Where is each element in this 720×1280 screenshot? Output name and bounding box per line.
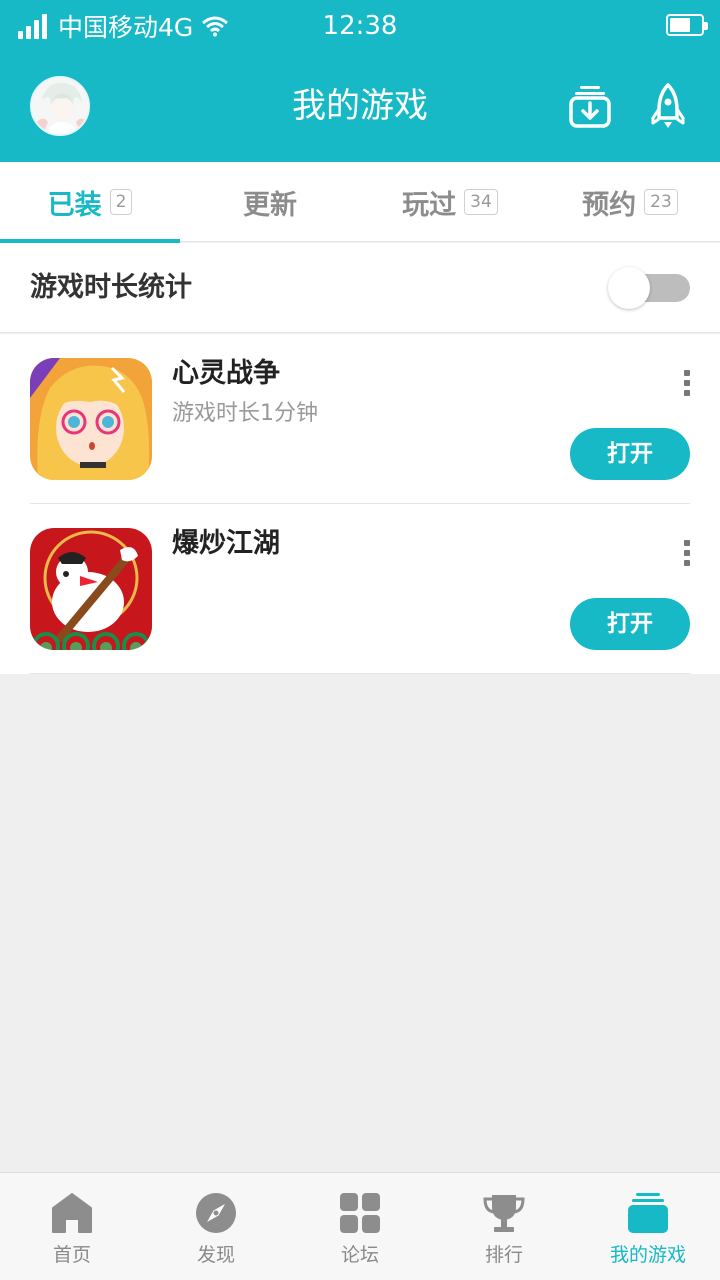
nav-item-discover[interactable]: 发现: [144, 1173, 288, 1280]
nav-label: 排行: [484, 1244, 523, 1266]
tab-count-badge: 2: [109, 189, 133, 215]
tab-label: 更新: [243, 189, 297, 221]
tab-count-badge: 23: [644, 189, 678, 215]
tab-count-badge: 34: [464, 189, 498, 215]
tab-updates[interactable]: 更新: [180, 162, 360, 242]
header-bar: 中国移动4G 12:38 我的游戏: [0, 0, 720, 162]
home-icon: [52, 1193, 92, 1233]
nav-label: 论坛: [340, 1244, 379, 1266]
game-play-time: 游戏时长1分钟: [172, 401, 318, 426]
game-icon[interactable]: [30, 528, 152, 650]
clock: 12:38: [322, 11, 398, 41]
battery-icon: [666, 14, 708, 36]
toggle-knob[interactable]: [608, 267, 650, 309]
rocket-icon[interactable]: [644, 82, 692, 130]
game-name: 爆炒江湖: [172, 528, 280, 559]
game-name: 心灵战争: [172, 358, 280, 389]
list-item[interactable]: 爆炒江湖 打开: [0, 504, 720, 674]
tab-played[interactable]: 玩过 34: [360, 162, 540, 242]
nav-label: 我的游戏: [609, 1244, 686, 1266]
more-options-icon[interactable]: [680, 540, 694, 570]
nav-item-my-games[interactable]: 我的游戏: [576, 1173, 720, 1280]
nav-item-forum[interactable]: 论坛: [288, 1173, 432, 1280]
nav-item-ranking[interactable]: 排行: [432, 1173, 576, 1280]
tab-reserved[interactable]: 预约 23: [540, 162, 720, 242]
status-bar: 中国移动4G 12:38: [0, 0, 720, 52]
grid-icon: [340, 1193, 380, 1233]
download-manager-icon[interactable]: [566, 82, 614, 130]
trophy-icon: [483, 1195, 525, 1232]
nav-item-home[interactable]: 首页: [0, 1173, 144, 1280]
play-time-stats-label: 游戏时长统计: [30, 272, 192, 303]
tab-label: 玩过: [402, 189, 457, 221]
list-item[interactable]: 心灵战争 游戏时长1分钟 打开: [0, 334, 720, 504]
installed-games-list: 心灵战争 游戏时长1分钟 打开 爆炒江湖 打开: [0, 334, 720, 674]
nav-label: 发现: [196, 1244, 235, 1266]
compass-icon: [196, 1193, 236, 1233]
open-game-button[interactable]: 打开: [570, 598, 690, 650]
more-options-icon[interactable]: [680, 370, 694, 400]
tab-label: 已装: [47, 189, 102, 221]
bottom-nav: 首页 发现 论坛 排行 我的游戏: [0, 1172, 720, 1280]
tab-installed[interactable]: 已装 2: [0, 162, 180, 243]
my-games-icon: [628, 1193, 668, 1233]
tab-label: 预约: [582, 189, 637, 221]
divider: [30, 673, 690, 674]
tab-bar: 已装 2 更新 玩过 34 预约 23: [0, 162, 720, 243]
open-game-button[interactable]: 打开: [570, 428, 690, 480]
nav-label: 首页: [52, 1244, 91, 1266]
game-icon[interactable]: [30, 358, 152, 480]
